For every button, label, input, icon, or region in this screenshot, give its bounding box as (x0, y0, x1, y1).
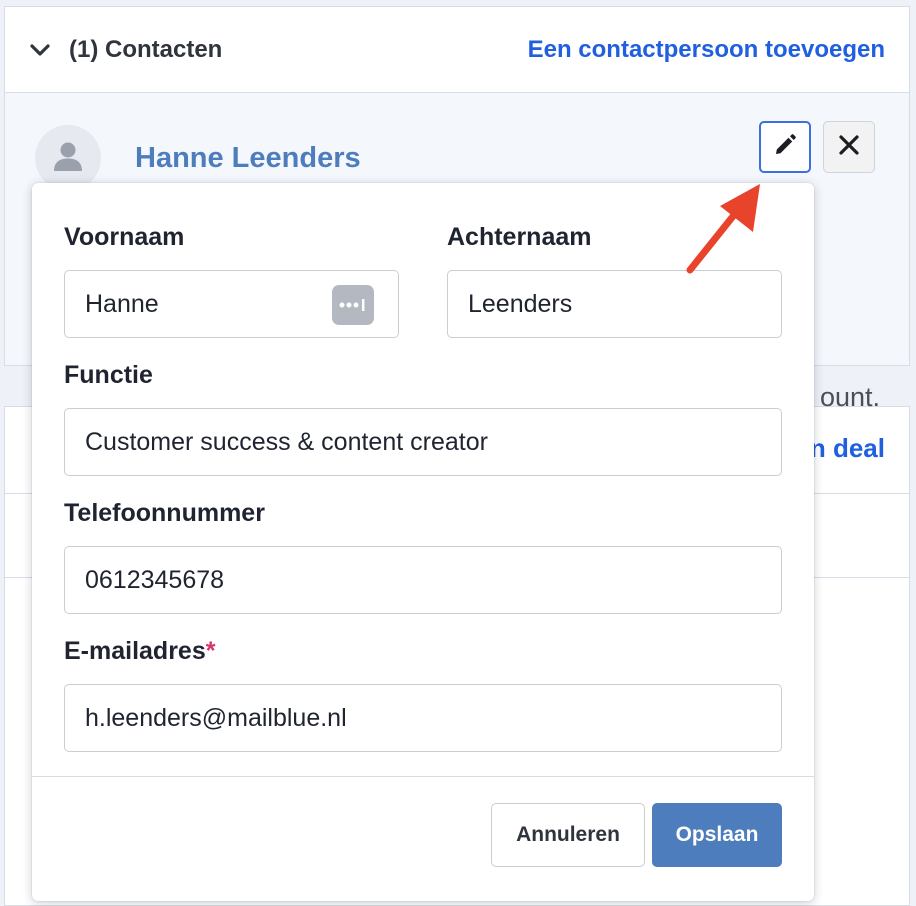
close-icon (838, 134, 860, 161)
email-label-text: E-mailadres (64, 637, 206, 665)
avatar (35, 125, 101, 191)
last-name-label: Achternaam (447, 223, 592, 251)
required-mark: * (205, 637, 216, 665)
edit-contact-popup: Voornaam Hanne Achternaam Leenders Funct… (32, 183, 814, 901)
popup-footer-divider (32, 776, 814, 777)
remove-contact-button[interactable] (823, 121, 875, 173)
phone-value: 0612345678 (85, 565, 225, 594)
job-title-value: Customer success & content creator (85, 427, 488, 456)
last-name-value: Leenders (468, 289, 573, 318)
edit-contact-button[interactable] (759, 121, 811, 173)
last-name-field[interactable]: Leenders (447, 270, 782, 338)
person-icon (51, 139, 85, 178)
contacts-panel-title: (1) Contacten (69, 35, 223, 63)
job-title-field[interactable]: Customer success & content creator (64, 408, 782, 476)
cancel-button[interactable]: Annuleren (491, 803, 645, 867)
email-value: h.leenders@mailblue.nl (85, 703, 347, 732)
phone-label: Telefoonnummer (64, 499, 265, 527)
contact-name[interactable]: Hanne Leenders (135, 142, 361, 175)
first-name-value: Hanne (85, 289, 159, 318)
phone-field[interactable]: 0612345678 (64, 546, 782, 614)
annotation-arrow-icon (686, 184, 760, 274)
first-name-field[interactable]: Hanne (64, 270, 399, 338)
add-deal-link[interactable]: n deal (810, 433, 885, 464)
add-contact-link[interactable]: Een contactpersoon toevoegen (528, 36, 885, 64)
contacts-panel-header: (1) Contacten Een contactpersoon toevoeg… (5, 7, 909, 93)
save-button[interactable]: Opslaan (652, 803, 782, 867)
email-label: E-mailadres* (64, 637, 215, 666)
first-name-label: Voornaam (64, 223, 185, 251)
pencil-icon (772, 132, 798, 163)
chevron-down-icon[interactable] (29, 39, 51, 61)
contacts-toggle[interactable]: (1) Contacten (29, 36, 222, 64)
password-manager-icon[interactable] (332, 285, 374, 325)
contact-row: Hanne Leenders (35, 125, 361, 191)
email-field[interactable]: h.leenders@mailblue.nl (64, 684, 782, 752)
job-title-label: Functie (64, 361, 153, 389)
